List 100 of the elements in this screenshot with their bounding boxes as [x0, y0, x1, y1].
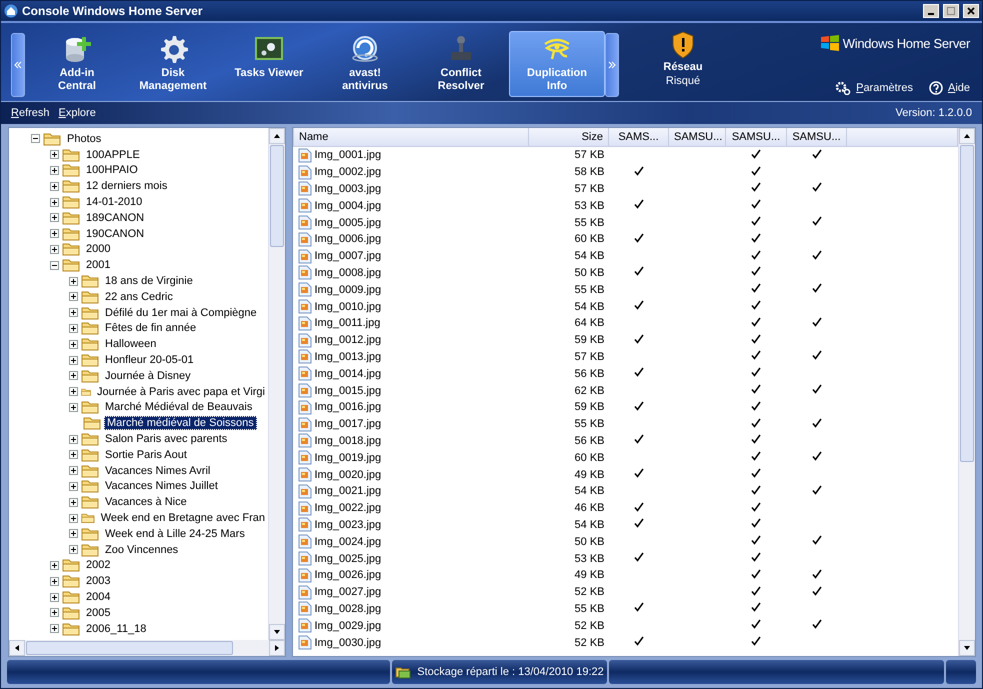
folder-label[interactable]: Journée à Disney [102, 368, 194, 383]
nav-tab[interactable]: Conflict Resolver [413, 31, 509, 97]
expand-button[interactable] [69, 292, 78, 302]
expand-button[interactable] [69, 514, 78, 523]
folder-label[interactable]: 190CANON [83, 226, 148, 241]
column-header[interactable]: Name [294, 128, 528, 146]
column-header[interactable]: Size [528, 128, 608, 146]
help-link[interactable]: Aide [928, 81, 970, 95]
file-size: 52 KB [574, 636, 606, 650]
expand-button[interactable] [50, 592, 59, 602]
folder-label[interactable]: Honfleur 20-05-01 [102, 353, 197, 368]
collapse-button[interactable] [31, 134, 40, 144]
image-file-icon [298, 568, 312, 583]
folder-label[interactable]: 2003 [83, 574, 114, 588]
expand-button[interactable] [69, 450, 78, 460]
folder-label[interactable]: 2006_11_18 [83, 622, 150, 636]
folder-label[interactable]: Vacances Nimes Avril [102, 464, 214, 478]
folder-label[interactable]: 12 derniers mois [83, 179, 170, 194]
scrollbar-thumb[interactable] [960, 145, 974, 462]
folder-label[interactable]: Week end en Bretagne avec Fran [98, 511, 268, 526]
close-button[interactable] [963, 4, 979, 18]
collapse-button[interactable] [50, 260, 59, 270]
check-icon [751, 619, 761, 630]
folder-label[interactable]: Sortie Paris Aout [102, 448, 190, 462]
expand-button[interactable] [50, 150, 59, 160]
column-header[interactable]: SAMSU... [668, 128, 726, 146]
folder-label[interactable]: Fêtes de fin année [102, 321, 200, 336]
double-right-chevron-icon [608, 61, 616, 69]
folder-icon [62, 558, 80, 572]
folder-label[interactable]: 2005 [83, 606, 114, 620]
expand-button[interactable] [69, 434, 78, 444]
folder-label[interactable]: 2004 [83, 590, 114, 604]
folder-label[interactable]: Week end à Lille 24-25 Mars [102, 526, 248, 541]
nav-tab[interactable]: Add-in Central [29, 31, 125, 97]
expand-button[interactable] [50, 244, 59, 254]
expand-button[interactable] [69, 356, 78, 365]
column-header[interactable]: SAMS... [608, 128, 668, 146]
folder-label[interactable]: Halloween [102, 337, 160, 352]
settings-link[interactable]: Paramètres [835, 81, 913, 95]
expand-button[interactable] [69, 340, 78, 349]
folder-label[interactable]: 189CANON [83, 210, 148, 225]
folder-label[interactable]: 100APPLE [83, 148, 143, 162]
expand-button[interactable] [69, 402, 78, 412]
folder-label[interactable]: Vacances Nimes Juillet [102, 479, 221, 494]
check-icon [634, 468, 644, 478]
folder-label[interactable]: 18 ans de Virginie [102, 274, 196, 288]
folder-label[interactable]: 100HPAIO [83, 163, 141, 178]
expand-button[interactable] [50, 560, 59, 570]
expand-button[interactable] [50, 576, 59, 586]
expand-button[interactable] [69, 482, 78, 491]
nav-tab[interactable]: Duplication Info [509, 31, 605, 97]
plus-icon [70, 467, 77, 474]
file-name: Img_0018.jpg [314, 434, 382, 447]
folder-label[interactable]: 2001 [83, 258, 114, 272]
expand-button[interactable] [50, 182, 59, 191]
vertical-scrollbar[interactable] [958, 128, 975, 656]
expand-button[interactable] [50, 213, 59, 222]
expand-button[interactable] [50, 166, 59, 175]
folder-label[interactable]: Journée à Paris avec papa et Virgi [94, 384, 268, 399]
expand-button[interactable] [69, 276, 78, 286]
expand-button[interactable] [50, 624, 59, 634]
horizontal-scrollbar[interactable] [9, 640, 285, 656]
column-header[interactable]: SAMSU... [726, 128, 786, 146]
scrollbar-thumb[interactable] [26, 641, 233, 655]
folder-label[interactable]: Défilé du 1er mai à Compiègne [102, 306, 260, 320]
file-name: Img_0007.jpg [314, 250, 382, 262]
folder-label[interactable]: Salon Paris avec parents [102, 432, 230, 446]
folder-label[interactable]: Marché Médiéval de Beauvais [102, 400, 256, 414]
expand-button[interactable] [69, 387, 78, 396]
expand-button[interactable] [50, 198, 59, 207]
folder-label[interactable]: Photos [64, 132, 104, 146]
check-icon [634, 636, 644, 646]
toolbar-link[interactable]: Refresh [11, 107, 50, 119]
minimize-button[interactable] [923, 4, 939, 18]
folder-label[interactable]: Marché médiéval de Soissons [104, 416, 257, 430]
folder-label[interactable]: 2000 [83, 242, 114, 256]
file-size: 50 KB [574, 266, 606, 281]
nav-tab[interactable]: Tasks Viewer [221, 31, 317, 97]
nav-tab[interactable]: avast! antivirus [317, 31, 413, 97]
expand-button[interactable] [69, 371, 78, 380]
column-header[interactable]: SAMSU... [786, 128, 846, 146]
expand-button[interactable] [69, 324, 78, 333]
folder-label[interactable]: 22 ans Cedric [102, 290, 176, 304]
folder-label[interactable]: Zoo Vincennes [102, 542, 182, 557]
expand-button[interactable] [50, 608, 59, 618]
vertical-scrollbar[interactable] [268, 128, 285, 640]
folder-label[interactable]: Vacances à Nice [102, 495, 190, 510]
toolbar-link[interactable]: Explore [58, 107, 96, 119]
scrollbar-thumb[interactable] [270, 145, 284, 247]
plus-icon [51, 594, 58, 600]
folder-label[interactable]: 2002 [83, 558, 114, 572]
nav-tab[interactable]: Disk Management [125, 31, 221, 97]
folder-label[interactable]: 14-01-2010 [83, 195, 146, 210]
expand-button[interactable] [69, 498, 78, 507]
expand-button[interactable] [50, 229, 59, 238]
expand-button[interactable] [69, 529, 78, 538]
expand-button[interactable] [69, 545, 78, 554]
expand-button[interactable] [69, 308, 78, 318]
check-icon [634, 367, 644, 378]
expand-button[interactable] [69, 466, 78, 476]
